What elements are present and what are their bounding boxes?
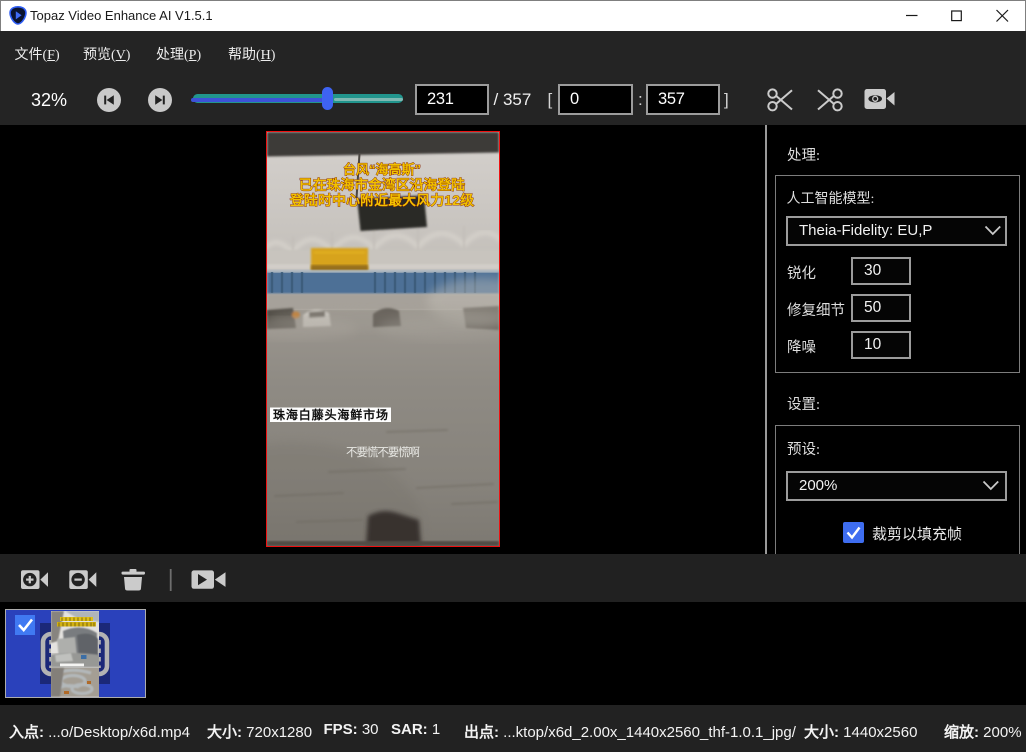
svg-text:登陆时中心附近最大风力12级: 登陆时中心附近最大风力12级 <box>289 192 474 208</box>
svg-text:台风“海高斯”: 台风“海高斯” <box>343 162 421 177</box>
svg-text:已在珠海市金湾区沿海登陆: 已在珠海市金湾区沿海登陆 <box>299 176 465 192</box>
svg-text:珠海白藤头海鲜市场: 珠海白藤头海鲜市场 <box>273 407 388 422</box>
svg-text:不要慌不要慌啊: 不要慌不要慌啊 <box>346 446 421 459</box>
